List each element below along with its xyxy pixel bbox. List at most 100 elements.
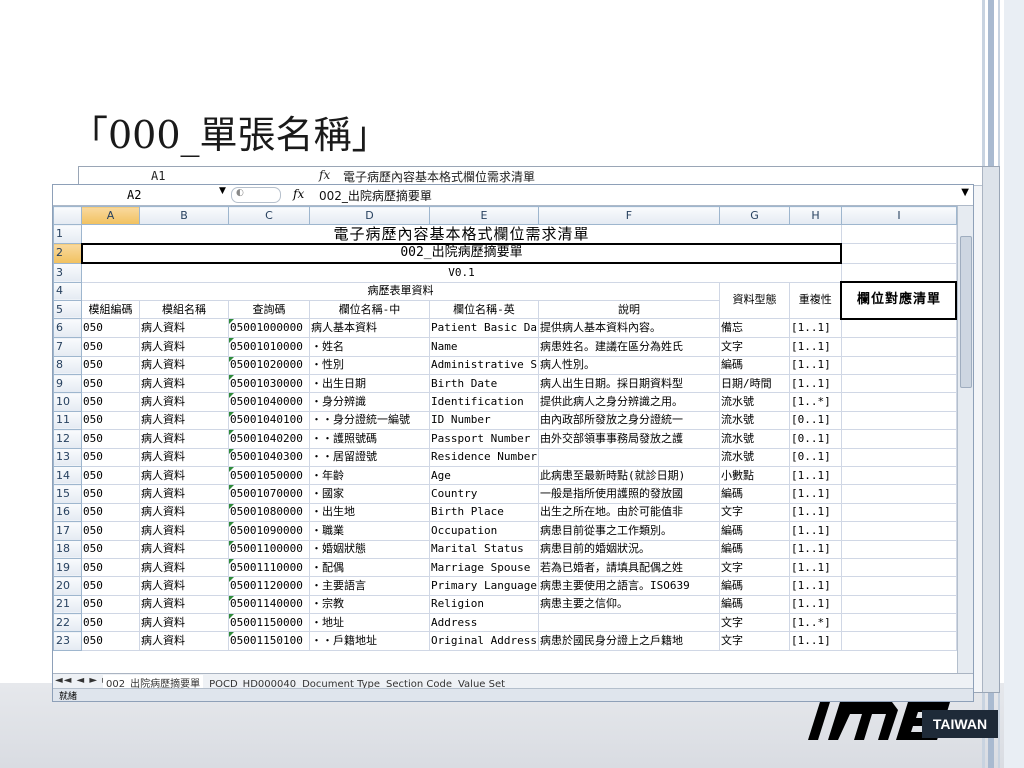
cell-e[interactable]: Birth Place <box>429 502 539 523</box>
cell-f[interactable]: 出生之所在地。由於可能值非 <box>537 502 720 523</box>
cell-b[interactable]: 病人資料 <box>139 318 229 339</box>
row-header[interactable]: 18 <box>53 539 82 559</box>
cell-h[interactable]: [0..1] <box>788 410 842 431</box>
cell-e[interactable]: Identification <box>429 392 539 412</box>
cell-f[interactable]: 病人出生日期。採日期資料型 <box>537 374 720 394</box>
cell-b[interactable]: 病人資料 <box>139 465 229 486</box>
cell-a[interactable]: 050 <box>81 410 140 431</box>
group-header-cell[interactable]: 病歷表單資料 <box>81 281 720 301</box>
cell-h[interactable]: [1..1] <box>788 594 842 615</box>
header-cell[interactable]: 欄位名稱-英 <box>429 299 539 320</box>
row-header[interactable]: 17 <box>53 521 82 541</box>
cell-g[interactable]: 編碼 <box>718 539 790 559</box>
row-header[interactable]: 5 <box>53 299 82 320</box>
row-header[interactable]: 13 <box>53 447 82 467</box>
cell-f[interactable]: 提供此病人之身分辨識之用。 <box>537 392 720 412</box>
mapping-list-header[interactable]: 欄位對應清單 <box>840 281 958 320</box>
fx-icon[interactable]: fx <box>293 187 304 201</box>
cell-e[interactable]: Religion <box>429 594 539 615</box>
cell-i[interactable] <box>840 337 957 357</box>
cell-a[interactable]: 050 <box>81 576 140 596</box>
cell-g[interactable]: 編碼 <box>718 355 790 376</box>
row-header[interactable]: 1 <box>53 224 82 245</box>
version-cell[interactable]: V0.1 <box>81 262 842 283</box>
cell-e[interactable]: Administrative S <box>429 355 539 376</box>
cell-i[interactable] <box>840 465 957 486</box>
cell-h[interactable]: [1..1] <box>788 631 842 651</box>
cell-b[interactable]: 病人資料 <box>139 557 229 578</box>
cell-c[interactable]: 05001050000 <box>228 465 310 486</box>
row-header[interactable]: 14 <box>53 465 82 486</box>
cell-b[interactable]: 病人資料 <box>139 484 229 504</box>
cell-e[interactable]: Residence Number <box>429 447 539 467</box>
cell-f[interactable]: 此病患至最新時點(就診日期) <box>537 465 720 486</box>
cell-g[interactable]: 流水號 <box>718 447 790 467</box>
form-name-cell[interactable]: 002_出院病歷摘要單 <box>80 242 843 265</box>
cell-c[interactable]: 05001150000 <box>228 613 310 633</box>
cell-f[interactable] <box>537 613 720 633</box>
cell-d[interactable]: ・出生地 <box>309 502 430 523</box>
cell-i[interactable] <box>840 484 957 504</box>
cell-f[interactable]: 病患目前從事之工作類別。 <box>537 521 720 541</box>
cell-h[interactable]: [1..*] <box>788 392 842 412</box>
header-cell[interactable]: 說明 <box>537 299 720 320</box>
cell-i[interactable] <box>840 557 957 578</box>
column-header-f[interactable]: F <box>537 205 720 226</box>
cell-i[interactable] <box>840 521 957 541</box>
cell-c[interactable]: 05001040100 <box>228 410 310 431</box>
row-header[interactable]: 10 <box>53 392 82 412</box>
cell-d[interactable]: ・配偶 <box>309 557 430 578</box>
cell-d[interactable]: 病人基本資料 <box>309 318 430 339</box>
cell-c[interactable]: 05001080000 <box>228 502 310 523</box>
cell-g[interactable]: 備忘 <box>718 318 790 339</box>
cell-b[interactable]: 病人資料 <box>139 539 229 559</box>
cell-i[interactable] <box>840 318 957 339</box>
cell-d[interactable]: ・職業 <box>309 521 430 541</box>
formula-controls[interactable]: ◐ <box>231 187 281 203</box>
cell-f[interactable]: 病患姓名。建議在區分為姓氏 <box>537 337 720 357</box>
cell-h[interactable]: [0..1] <box>788 447 842 467</box>
header-cell[interactable]: 模組編碼 <box>81 299 140 320</box>
cell-d[interactable]: ・性別 <box>309 355 430 376</box>
column-header-e[interactable]: E <box>429 205 539 226</box>
header-cell[interactable]: 模組名稱 <box>139 299 229 320</box>
cell-a[interactable]: 050 <box>81 557 140 578</box>
cell-f[interactable]: 提供病人基本資料內容。 <box>537 318 720 339</box>
cell-a[interactable]: 050 <box>81 374 140 394</box>
cell-g[interactable]: 流水號 <box>718 429 790 449</box>
formula-content[interactable]: 002_出院病歷摘要單 <box>319 187 432 204</box>
cell-g[interactable]: 文字 <box>718 631 790 651</box>
cell-e[interactable]: Primary Language <box>429 576 539 596</box>
vertical-scrollbar[interactable] <box>957 206 973 679</box>
cell-a[interactable]: 050 <box>81 465 140 486</box>
cell-e[interactable]: Passport Number <box>429 429 539 449</box>
cell-f[interactable]: 病患目前的婚姻狀況。 <box>537 539 720 559</box>
row-header[interactable]: 15 <box>53 484 82 504</box>
cell-g[interactable]: 流水號 <box>718 392 790 412</box>
cell-b[interactable]: 病人資料 <box>139 613 229 633</box>
cell-c[interactable]: 05001040300 <box>228 447 310 467</box>
cell-h[interactable]: [1..1] <box>788 484 842 504</box>
cell-h[interactable]: [0..1] <box>788 429 842 449</box>
select-all-corner[interactable] <box>53 205 82 226</box>
cell-e[interactable]: Name <box>429 337 539 357</box>
cell-b[interactable]: 病人資料 <box>139 594 229 615</box>
cell-b[interactable]: 病人資料 <box>139 502 229 523</box>
cell-g[interactable]: 小數點 <box>718 465 790 486</box>
cell-h[interactable]: [1..1] <box>788 521 842 541</box>
cell-d[interactable]: ・主要語言 <box>309 576 430 596</box>
cell-f[interactable]: 由外交部領事事務局發放之護 <box>537 429 720 449</box>
header-cell[interactable]: 查詢碼 <box>228 299 310 320</box>
cell-a[interactable]: 050 <box>81 594 140 615</box>
cell-i[interactable] <box>840 631 957 651</box>
cell-e[interactable]: Marriage Spouse <box>429 557 539 578</box>
cell-i[interactable] <box>840 447 957 467</box>
cell-i[interactable] <box>840 374 957 394</box>
cell-b[interactable]: 病人資料 <box>139 447 229 467</box>
cell-c[interactable]: 05001110000 <box>228 557 310 578</box>
cell[interactable] <box>840 224 957 245</box>
cell-c[interactable]: 05001030000 <box>228 374 310 394</box>
cell-i[interactable] <box>840 539 957 559</box>
row-header[interactable]: 2 <box>53 243 82 264</box>
cell-d[interactable]: ・地址 <box>309 613 430 633</box>
